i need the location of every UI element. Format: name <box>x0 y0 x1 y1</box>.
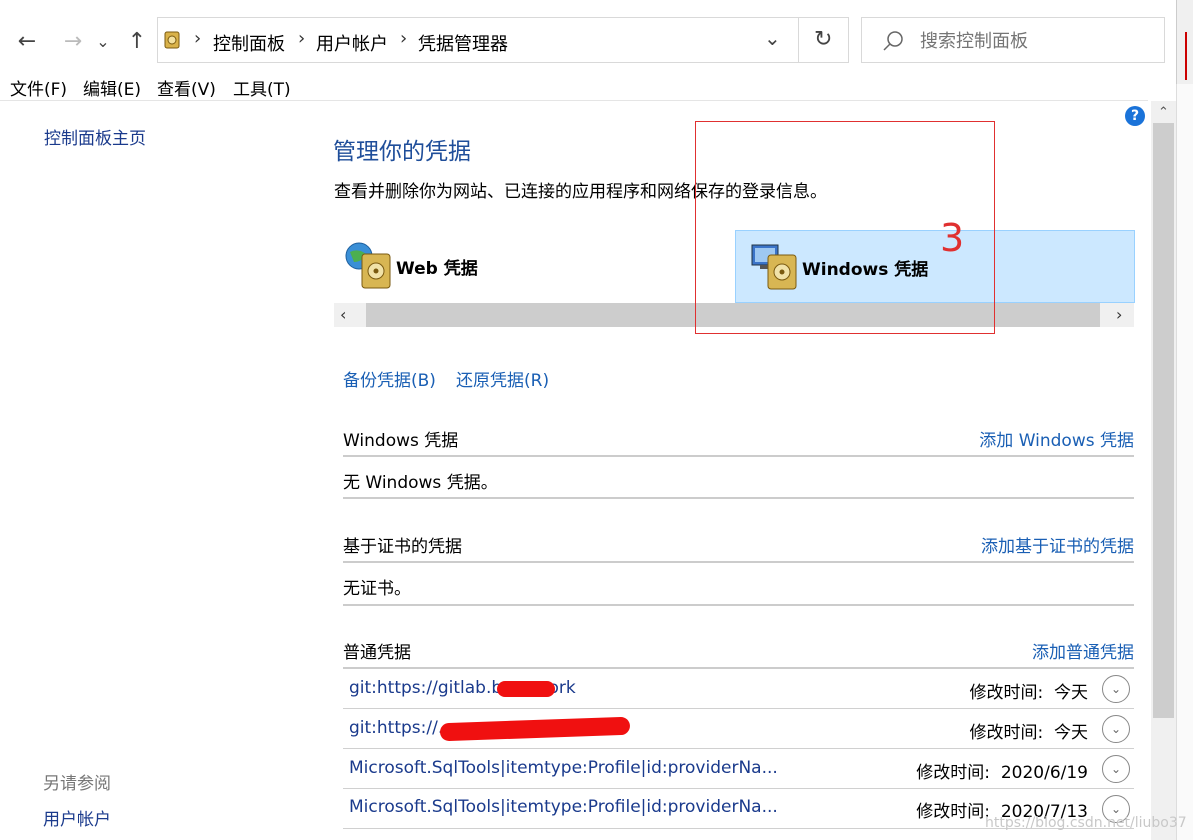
vertical-scrollbar[interactable]: ⌃ <box>1151 101 1176 840</box>
see-also-heading: 另请参阅 <box>43 774 111 794</box>
credential-modified: 修改时间: 今天 <box>969 723 1088 743</box>
row-divider <box>343 708 1134 709</box>
tile-web-credentials[interactable]: Web 凭据 <box>334 230 724 302</box>
watermark: https://blog.csdn.net/liubo37 <box>985 815 1187 831</box>
credential-modified: 修改时间: 2020/6/19 <box>916 763 1088 783</box>
tile-web-label: Web 凭据 <box>396 259 478 279</box>
cert-credentials-empty: 无证书。 <box>343 579 411 599</box>
expand-chevron-icon[interactable]: ⌄ <box>1102 715 1130 743</box>
back-button[interactable]: ← <box>12 26 42 56</box>
menu-file[interactable]: 文件(F) <box>10 75 67 100</box>
recent-locations-button[interactable]: ⌄ <box>92 26 114 56</box>
cert-credentials-heading: 基于证书的凭据 <box>343 537 462 557</box>
annotation-number: 3 <box>940 216 965 260</box>
scroll-right-arrow[interactable]: › <box>1116 305 1122 324</box>
menubar-divider <box>0 100 1148 101</box>
row-divider <box>343 788 1134 789</box>
section-divider <box>343 497 1134 499</box>
menu-edit[interactable]: 编辑(E) <box>83 75 141 100</box>
web-vault-icon <box>344 240 394 296</box>
search-icon <box>882 30 904 56</box>
sidebar-link-control-panel-home[interactable]: 控制面板主页 <box>44 124 146 149</box>
section-divider <box>343 561 1134 563</box>
breadcrumb-separator: › <box>194 28 202 49</box>
section-divider <box>343 667 1134 669</box>
breadcrumb-separator: › <box>400 28 408 49</box>
add-windows-credential-link[interactable]: 添加 Windows 凭据 <box>979 426 1134 451</box>
credential-name[interactable]: Microsoft.SqlTools|itemtype:Profile|id:p… <box>349 797 778 817</box>
credential-modified: 修改时间: 今天 <box>969 683 1088 703</box>
redaction-mark <box>497 681 555 697</box>
add-cert-credential-link[interactable]: 添加基于证书的凭据 <box>981 532 1134 557</box>
page-title: 管理你的凭据 <box>333 139 471 165</box>
windows-credentials-empty: 无 Windows 凭据。 <box>343 473 498 493</box>
generic-credentials-heading: 普通凭据 <box>343 643 411 663</box>
window-edge <box>1176 0 1193 84</box>
help-icon[interactable]: ? <box>1125 106 1145 126</box>
scroll-left-arrow[interactable]: ‹ <box>340 305 346 324</box>
breadcrumb-separator: › <box>298 28 306 49</box>
breadcrumb-user-accounts[interactable]: 用户帐户 <box>316 30 388 56</box>
background-window-strip <box>1176 84 1193 840</box>
vertical-scrollbar-thumb[interactable] <box>1153 123 1174 718</box>
credential-name[interactable]: Microsoft.SqlTools|itemtype:Profile|id:p… <box>349 758 778 778</box>
menu-tools[interactable]: 工具(T) <box>233 75 291 100</box>
restore-credentials-link[interactable]: 还原凭据(R) <box>456 366 549 391</box>
menu-view[interactable]: 查看(V) <box>157 75 216 100</box>
backup-credentials-link[interactable]: 备份凭据(B) <box>343 366 436 391</box>
search-input[interactable] <box>918 28 1152 54</box>
search-box[interactable] <box>861 17 1165 63</box>
sidebar-link-user-accounts[interactable]: 用户帐户 <box>43 805 111 830</box>
section-divider <box>343 455 1134 457</box>
expand-chevron-icon[interactable]: ⌄ <box>1102 675 1130 703</box>
address-divider <box>798 18 799 62</box>
address-bar[interactable]: › 控制面板 › 用户帐户 › 凭据管理器 ⌄ ↻ <box>157 17 849 63</box>
expand-chevron-icon[interactable]: ⌄ <box>1102 755 1130 783</box>
breadcrumb-control-panel[interactable]: 控制面板 <box>213 30 285 56</box>
add-generic-credential-link[interactable]: 添加普通凭据 <box>1032 638 1134 663</box>
breadcrumb-credential-manager[interactable]: 凭据管理器 <box>418 30 508 56</box>
refresh-button[interactable]: ↻ <box>814 27 832 52</box>
forward-button[interactable]: → <box>58 26 88 56</box>
control-panel-icon <box>164 30 180 50</box>
address-dropdown-button[interactable]: ⌄ <box>764 26 781 50</box>
scroll-up-arrow[interactable]: ⌃ <box>1158 105 1169 120</box>
row-divider <box>343 748 1134 749</box>
up-button[interactable]: ↑ <box>122 26 152 56</box>
section-divider <box>343 604 1134 606</box>
windows-credentials-heading: Windows 凭据 <box>343 431 459 451</box>
